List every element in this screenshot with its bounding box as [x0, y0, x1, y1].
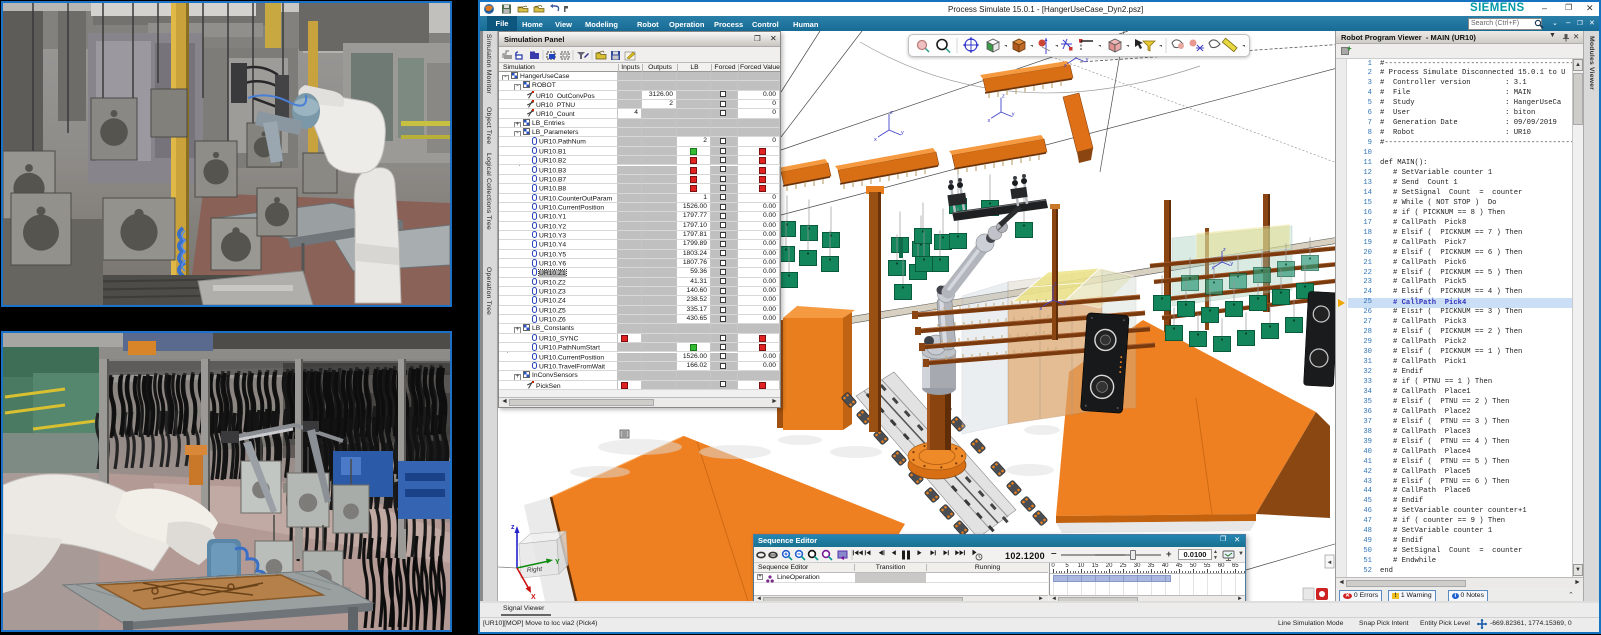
svg-text:y: y: [1064, 300, 1067, 306]
svg-text:Right: Right: [527, 566, 544, 574]
svg-text:◄: ◄: [1327, 560, 1333, 566]
svg-text:x: x: [1064, 63, 1067, 69]
svg-text:x: x: [988, 118, 991, 124]
svg-text:y: y: [1086, 57, 1089, 63]
svg-text:z: z: [511, 524, 515, 531]
svg-text:z: z: [1054, 282, 1057, 288]
svg-text:y: y: [1012, 112, 1015, 118]
svg-text:z: z: [1002, 94, 1005, 100]
svg-text:z: z: [890, 110, 893, 116]
svg-text:z: z: [1223, 247, 1226, 253]
svg-text:y: y: [1230, 261, 1233, 267]
svg-text:y: y: [901, 130, 904, 136]
svg-text:Y: Y: [555, 559, 560, 566]
svg-text:x: x: [874, 137, 877, 143]
svg-text:x: x: [1212, 266, 1215, 272]
svg-text:X: X: [531, 594, 536, 601]
svg-text:x: x: [1040, 306, 1043, 312]
